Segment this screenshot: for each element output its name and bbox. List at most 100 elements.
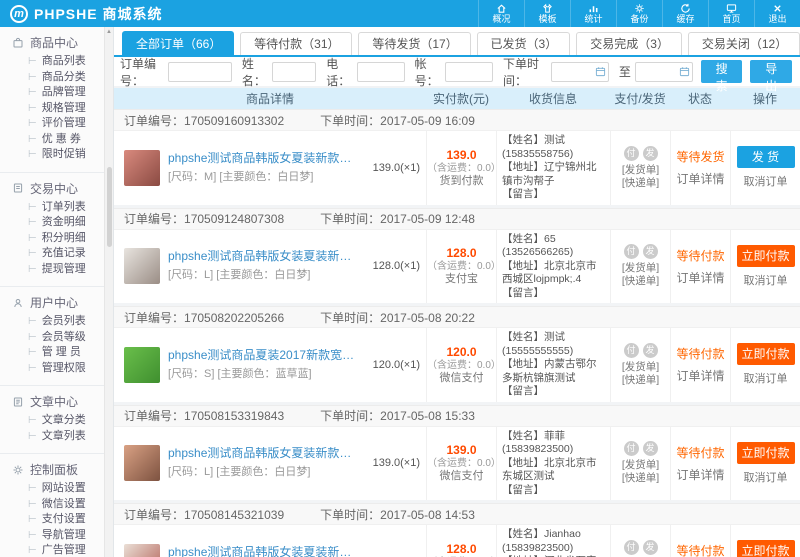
export-button[interactable]: 导出 xyxy=(750,60,792,83)
order-detail-link[interactable]: 订单详情 xyxy=(676,269,724,286)
order-no: 170508145321039 xyxy=(184,508,284,522)
sidebar-item[interactable]: ⊢优 惠 券 xyxy=(0,132,113,148)
sidebar-item[interactable]: ⊢订单列表 xyxy=(0,200,113,216)
sidebar-item[interactable]: ⊢会员列表 xyxy=(0,314,113,330)
nav-logout[interactable]: 退出 xyxy=(754,0,800,27)
order-action-button[interactable]: 立即付款 xyxy=(737,442,795,464)
sidebar-item[interactable]: ⊢充值记录 xyxy=(0,246,113,262)
scroll-up-icon[interactable]: ▲ xyxy=(105,27,113,37)
sidebar-item[interactable]: ⊢品牌管理 xyxy=(0,85,113,101)
product-image[interactable] xyxy=(124,347,160,383)
sidebar-scrollbar[interactable]: ▲ xyxy=(104,27,113,557)
product-image[interactable] xyxy=(124,445,160,481)
branch-icon: ⊢ xyxy=(28,347,37,358)
product-title[interactable]: phpshe测试商品夏装2017新款宽松荷叶边喇叭袖露肩衬衫女预 xyxy=(168,349,363,362)
sidebar-item[interactable]: ⊢支付设置 xyxy=(0,512,113,528)
cancel-order-link[interactable]: 取消订单 xyxy=(744,272,788,288)
order-tab[interactable]: 交易完成（3） xyxy=(576,32,682,55)
phone-input[interactable] xyxy=(357,62,405,82)
order-tab[interactable]: 已发货（3） xyxy=(477,32,571,55)
express-link[interactable]: [快递单] xyxy=(622,177,659,190)
order-action-button[interactable]: 立即付款 xyxy=(737,343,795,365)
date-from-input[interactable] xyxy=(551,62,609,82)
invoice-link[interactable]: [发货单] xyxy=(622,459,659,472)
sidebar-item[interactable]: ⊢网站设置 xyxy=(0,481,113,497)
name-input[interactable] xyxy=(272,62,316,82)
search-button[interactable]: 搜索 xyxy=(701,60,743,83)
product-title[interactable]: phpshe测试商品韩版女夏装新款系带流苏拼接V领七分袖衬衫 xyxy=(168,152,363,165)
branch-icon: ⊢ xyxy=(28,56,37,67)
sidebar-item[interactable]: ⊢积分明细 xyxy=(0,231,113,247)
order-detail-link[interactable]: 订单详情 xyxy=(676,466,724,483)
phpshe-admin: m PHPSHE 商城系统 概况 模板 统计 备份 缓存 xyxy=(0,0,800,557)
order-action-button[interactable]: 立即付款 xyxy=(737,540,795,557)
sidebar-item[interactable]: ⊢资金明细 xyxy=(0,215,113,231)
scrollbar-thumb[interactable] xyxy=(107,167,112,247)
product-image[interactable] xyxy=(124,544,160,557)
nav-homepage[interactable]: 首页 xyxy=(708,0,754,27)
order-tab[interactable]: 全部订单（66） xyxy=(122,31,234,55)
order-time: 2017-05-08 20:22 xyxy=(380,311,475,325)
bar-chart-icon xyxy=(588,3,599,14)
cancel-order-link[interactable]: 取消订单 xyxy=(744,370,788,386)
nav-cache[interactable]: 缓存 xyxy=(662,0,708,27)
order-time: 2017-05-09 12:48 xyxy=(380,212,475,226)
sidebar-item[interactable]: ⊢商品列表 xyxy=(0,54,113,70)
sidebar-item[interactable]: ⊢微信设置 xyxy=(0,497,113,513)
order-tab[interactable]: 交易关闭（12） xyxy=(688,32,800,55)
sidebar-item[interactable]: ⊢管理权限 xyxy=(0,361,113,377)
order-action-button[interactable]: 立即付款 xyxy=(737,245,795,267)
search-bar: 订单编号： 姓名： 电话： 帐号： 下单时间： 至 搜索 导出 xyxy=(114,57,800,88)
sidebar-item[interactable]: ⊢会员等级 xyxy=(0,330,113,346)
order-action-button[interactable]: 发 货 xyxy=(737,146,795,168)
status-cell: 等待付款 订单详情 xyxy=(670,427,730,501)
order-detail-link[interactable]: 订单详情 xyxy=(676,367,724,384)
product-title[interactable]: phpshe测试商品韩版女装夏装新款韩范衬衣系带V领七分袖衬衫 xyxy=(168,546,363,557)
sidebar-item[interactable]: ⊢商品分类 xyxy=(0,70,113,86)
invoice-link[interactable]: [发货单] xyxy=(622,361,659,374)
invoice-link[interactable]: [发货单] xyxy=(622,262,659,275)
order-no-input[interactable] xyxy=(168,62,232,82)
product-title[interactable]: phpshe测试商品韩版女夏装新款系带流苏拼接V领七分袖衬衫 xyxy=(168,447,363,460)
invoice-link[interactable]: [发货单] xyxy=(622,164,659,177)
shipped-badge-icon: 发 xyxy=(643,146,658,161)
branch-icon: ⊢ xyxy=(28,202,37,213)
status-cell: 等待发货 订单详情 xyxy=(670,131,730,205)
date-to-input[interactable] xyxy=(635,62,693,82)
order-tab[interactable]: 等待发货（17） xyxy=(358,32,470,55)
sidebar-item[interactable]: ⊢文章分类 xyxy=(0,413,113,429)
sidebar-item[interactable]: ⊢导航管理 xyxy=(0,528,113,544)
product-price-qty: 120.0(×1) xyxy=(373,359,426,371)
express-link[interactable]: [快递单] xyxy=(622,275,659,288)
order-tab[interactable]: 等待付款（31） xyxy=(240,32,352,55)
product-spec: [尺码：M] [主要颜色：白日梦] xyxy=(168,168,363,184)
nav-template[interactable]: 模板 xyxy=(524,0,570,27)
cancel-order-link[interactable]: 取消订单 xyxy=(744,173,788,189)
product-title[interactable]: phpshe测试商品韩版女装夏装新款韩范衬衣系带V领七分袖衬衫 xyxy=(168,250,363,263)
nav-overview[interactable]: 概况 xyxy=(478,0,524,27)
express-link[interactable]: [快递单] xyxy=(622,374,659,387)
nav-backup[interactable]: 备份 xyxy=(616,0,662,27)
product-image[interactable] xyxy=(124,150,160,186)
sidebar-item[interactable]: ⊢提现管理 xyxy=(0,262,113,278)
sidebar-item[interactable]: ⊢限时促销 xyxy=(0,147,113,163)
section-items: ⊢订单列表⊢资金明细⊢积分明细⊢充值记录⊢提现管理 xyxy=(0,200,113,278)
express-link[interactable]: [快递单] xyxy=(622,472,659,485)
sidebar-item[interactable]: ⊢管 理 员 xyxy=(0,345,113,361)
sidebar-item[interactable]: ⊢广告管理 xyxy=(0,543,113,557)
sidebar-item[interactable]: ⊢评价管理 xyxy=(0,116,113,132)
branch-icon: ⊢ xyxy=(28,530,37,541)
section-title: 商品中心 xyxy=(30,34,78,51)
cancel-order-link[interactable]: 取消订单 xyxy=(744,469,788,485)
account-input[interactable] xyxy=(445,62,493,82)
receiver-phone: (15839823500) xyxy=(502,542,573,554)
sidebar-item[interactable]: ⊢文章列表 xyxy=(0,429,113,445)
nav-stats[interactable]: 统计 xyxy=(570,0,616,27)
sidebar-item[interactable]: ⊢规格管理 xyxy=(0,101,113,117)
product-image[interactable] xyxy=(124,248,160,284)
order-detail-link[interactable]: 订单详情 xyxy=(676,170,724,187)
section-items: ⊢会员列表⊢会员等级⊢管 理 员⊢管理权限 xyxy=(0,314,113,376)
order-row: 订单编号：170508202205266 下单时间：2017-05-08 20:… xyxy=(114,306,800,405)
order-no-label: 订单编号： xyxy=(120,55,164,89)
status-badge: 等待付款 xyxy=(676,542,724,557)
